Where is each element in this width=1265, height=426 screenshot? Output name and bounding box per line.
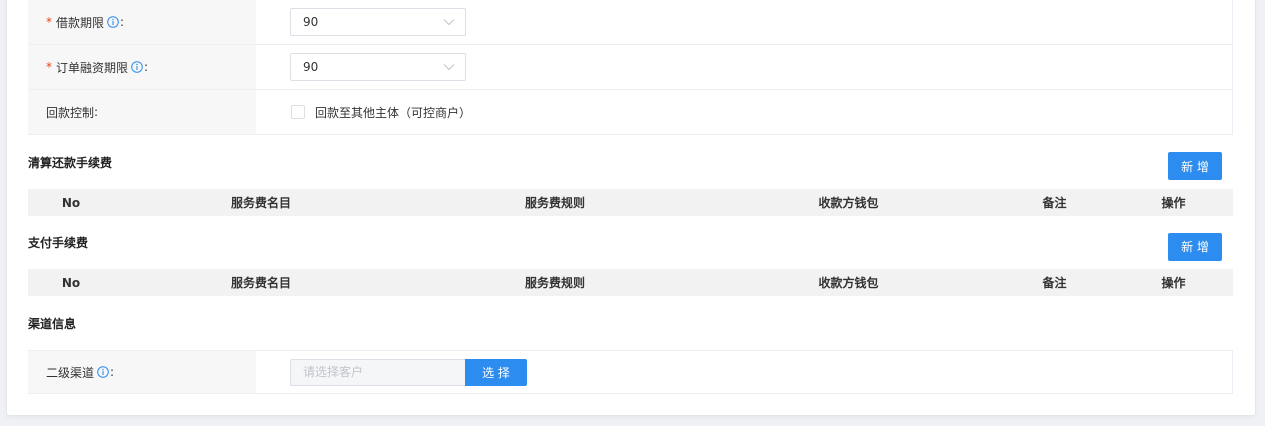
label-colon: : <box>120 15 125 29</box>
column-header-no: No <box>61 275 81 290</box>
card-content: * 借款期限 : 90 * 订单融资期限: 90 回款控制: 回款至其他主体… <box>28 0 1233 394</box>
fee-config-card: * 借款期限 : 90 * 订单融资期限: 90 回款控制: 回款至其他主体… <box>7 0 1255 415</box>
form-value-secondary-channel: 选 择 <box>256 351 1232 393</box>
label-colon: : <box>94 105 99 119</box>
add-payment-fee-button[interactable]: 新 增 <box>1168 232 1222 261</box>
loan-settings-form: * 借款期限 : 90 * 订单融资期限: 90 回款控制: 回款至其他主体… <box>28 0 1233 135</box>
chevron-down-icon <box>443 63 455 71</box>
chevron-down-icon <box>443 18 455 26</box>
form-value-repayment-control: 回款至其他主体（可控商户） <box>256 90 1232 134</box>
label-text: 订单融资期限 <box>56 60 129 75</box>
form-row-loan-term: * 借款期限 : 90 <box>28 0 1232 45</box>
section-title: 支付手续费 <box>28 236 89 250</box>
loan-term-select[interactable]: 90 <box>290 8 466 36</box>
form-row-repayment-control: 回款控制 : 回款至其他主体（可控商户） <box>28 90 1232 135</box>
info-icon[interactable] <box>97 366 109 378</box>
column-header-fee-rule: 服务费规则 <box>524 196 585 210</box>
label-colon: : <box>110 365 115 379</box>
add-clearing-fee-button[interactable]: 新 增 <box>1168 152 1222 180</box>
column-header-fee-item: 服务费名目 <box>230 276 291 290</box>
clearing-fee-header: 清算还款手续费 新 增 <box>28 135 1233 189</box>
section-title: 渠道信息 <box>28 316 77 331</box>
form-value-order-financing-term: 90 <box>256 45 1232 89</box>
label-text: 回款控制 <box>46 105 95 120</box>
column-header-remark: 备注 <box>1042 276 1067 290</box>
section-title: 清算还款手续费 <box>28 155 113 170</box>
select-customer-button[interactable]: 选 择 <box>465 358 527 386</box>
form-row-order-financing-term: * 订单融资期限 : 90 <box>28 45 1232 90</box>
clearing-fee-table-header: No 服务费名目 服务费规则 收款方钱包 备注 操作 <box>28 189 1233 216</box>
label-text: 借款期限 <box>56 15 105 30</box>
checkbox-unchecked-icon[interactable] <box>291 105 305 119</box>
payment-fee-header: 支付手续费 新 增 <box>28 216 1233 269</box>
column-header-fee-item: 服务费名目 <box>230 196 291 210</box>
info-icon[interactable] <box>131 61 143 73</box>
form-label-order-financing-term: * 订单融资期限 : <box>28 45 256 89</box>
form-label-secondary-channel: 二级渠道 : <box>28 351 256 393</box>
column-header-actions: 操作 <box>1161 276 1186 290</box>
channel-info-header: 渠道信息 <box>28 296 1233 350</box>
column-header-no: No <box>61 195 81 210</box>
select-value: 90 <box>303 60 319 74</box>
required-mark: * <box>46 15 52 29</box>
select-value: 90 <box>303 15 319 29</box>
form-label-loan-term: * 借款期限 : <box>28 0 256 44</box>
order-financing-term-select[interactable]: 90 <box>290 53 466 81</box>
customer-input[interactable] <box>290 358 465 386</box>
info-icon[interactable] <box>107 16 119 28</box>
label-colon: : <box>144 60 149 74</box>
required-mark: * <box>46 60 52 74</box>
column-header-remark: 备注 <box>1042 196 1067 210</box>
payment-fee-table-header: No 服务费名目 服务费规则 收款方钱包 备注 操作 <box>28 269 1233 296</box>
column-header-payee-wallet: 收款方钱包 <box>818 276 879 290</box>
column-header-actions: 操作 <box>1161 196 1186 210</box>
form-label-repayment-control: 回款控制 : <box>28 90 256 134</box>
column-header-payee-wallet: 收款方钱包 <box>818 196 879 210</box>
label-text: 二级渠道 <box>46 365 95 380</box>
column-header-fee-rule: 服务费规则 <box>524 276 585 290</box>
checkbox-label[interactable]: 回款至其他主体（可控商户） <box>315 104 471 121</box>
form-row-secondary-channel: 二级渠道 : 选 择 <box>28 350 1233 394</box>
form-value-loan-term: 90 <box>256 0 1232 44</box>
customer-picker: 选 择 <box>290 358 527 386</box>
